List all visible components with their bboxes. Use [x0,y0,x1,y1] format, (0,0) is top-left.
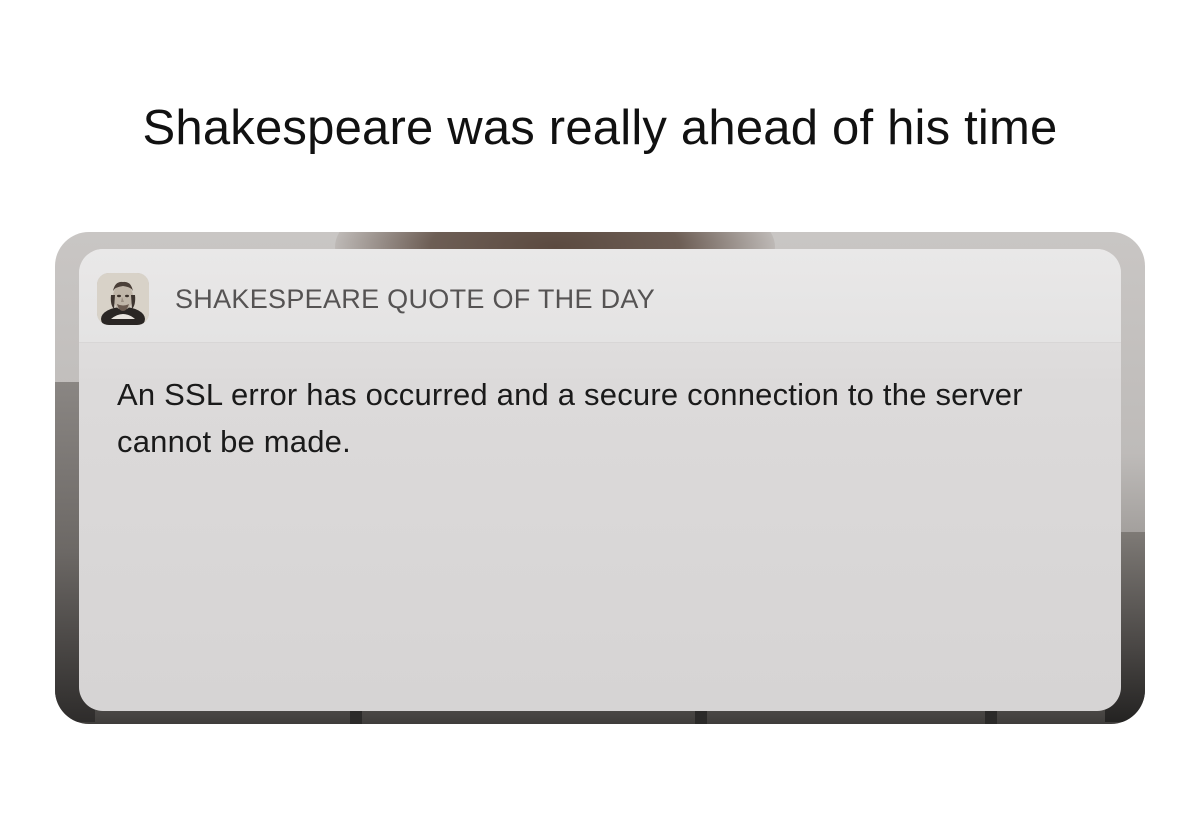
notification-header: SHAKESPEARE QUOTE OF THE DAY [79,249,1121,343]
shakespeare-portrait-icon [97,273,149,325]
notification-app-name: SHAKESPEARE QUOTE OF THE DAY [175,284,656,314]
meme-caption: Shakespeare was really ahead of his time [142,101,1058,155]
notification-message: An SSL error has occurred and a secure c… [117,377,1023,459]
push-notification[interactable]: SHAKESPEARE QUOTE OF THE DAY An SSL erro… [79,249,1121,711]
